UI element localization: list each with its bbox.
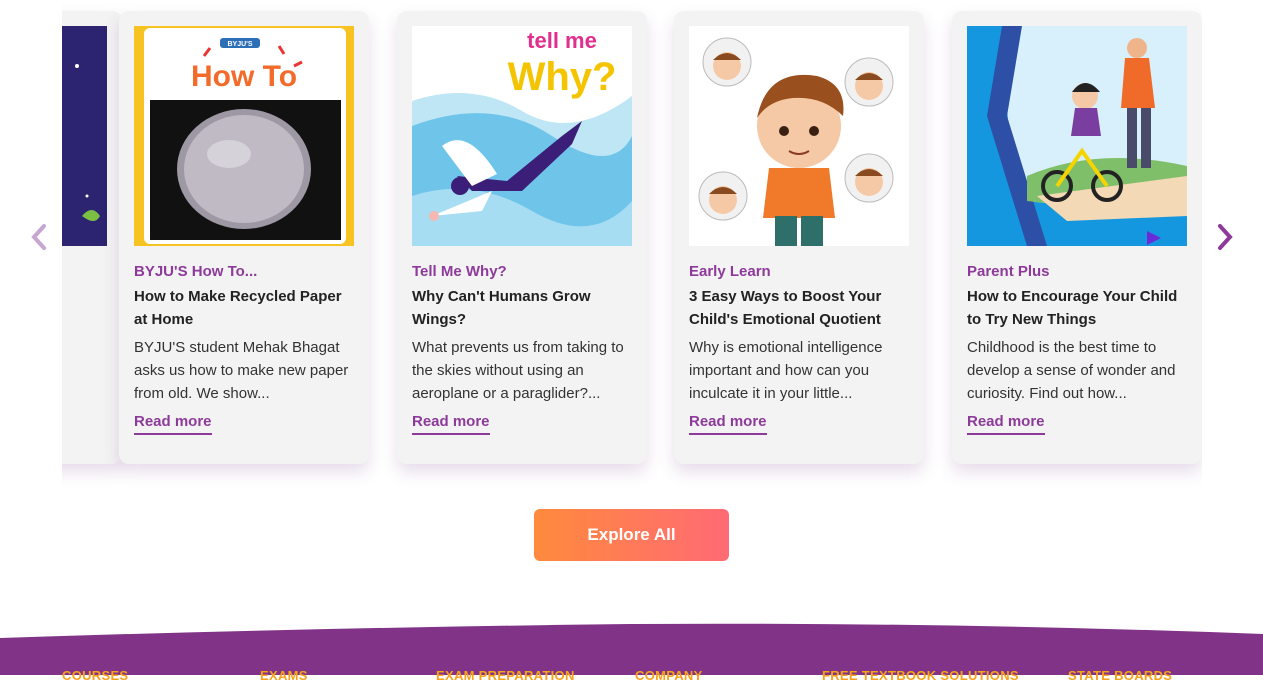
read-more-link[interactable]: Read more [689, 413, 767, 435]
why-logo: Why? [508, 55, 617, 99]
chevron-left-icon [31, 224, 46, 250]
article-card-try-new-things[interactable]: Parent Plus How to Encourage Your Child … [952, 11, 1202, 464]
how-to-logo: How To [191, 60, 297, 93]
article-card-humans-wings[interactable]: tell me Why? Tell Me Why? Why Can't Huma… [397, 11, 647, 464]
carousel-prev-button[interactable] [28, 222, 52, 252]
card-description: Childhood is the best time to develop a … [967, 339, 1176, 402]
card-thumbnail: BYJU'S How To [134, 26, 354, 246]
card-category[interactable]: BYJU'S How To... [134, 263, 257, 280]
card-thumbnail: tell me Why? [412, 26, 632, 246]
carousel-next-button[interactable] [1213, 222, 1237, 252]
card-title[interactable]: 3 Easy Ways to Boost Your Child's Emotio… [689, 285, 911, 331]
recycled-paper-illustration: BYJU'S How To [134, 26, 354, 246]
tell-me-logo: tell me [527, 28, 597, 53]
flying-girl-illustration: tell me Why? [412, 26, 632, 246]
footer-heading-courses[interactable]: COURSES [62, 668, 128, 683]
card-title[interactable]: Why Can't Humans Grow Wings? [412, 285, 634, 331]
card-category[interactable]: Parent Plus [967, 263, 1050, 280]
footer-heading-company[interactable]: COMPANY [635, 668, 703, 683]
card-thumbnail [62, 26, 107, 246]
card-title[interactable]: How to Make Recycled Paper at Home [134, 285, 356, 331]
footer-heading-exams[interactable]: EXAMS [260, 668, 308, 683]
article-card-recycled-paper[interactable]: BYJU'S How To BYJU'S How To... How to Ma… [119, 11, 369, 464]
card-thumbnail [967, 26, 1187, 246]
logo-badge: BYJU'S [227, 41, 252, 48]
footer-heading-textbook-solutions[interactable]: FREE TEXTBOOK SOLUTIONS [822, 668, 1019, 683]
read-more-link[interactable]: Read more [967, 413, 1045, 435]
carousel-card-partial[interactable] [62, 11, 122, 464]
chevron-right-icon [1218, 224, 1233, 250]
footer-background [0, 623, 1263, 675]
card-description: Why is emotional intelligence important … [689, 339, 883, 402]
article-card-emotional-quotient[interactable]: Early Learn 3 Easy Ways to Boost Your Ch… [674, 11, 924, 464]
emotional-boy-illustration [689, 26, 909, 246]
parent-child-cycling-illustration [967, 26, 1187, 246]
card-description: What prevents us from taking to the skie… [412, 339, 624, 402]
card-category[interactable]: Early Learn [689, 263, 771, 280]
explore-all-button[interactable]: Explore All [534, 509, 729, 561]
footer-heading-exam-preparation[interactable]: EXAM PREPARATION [436, 668, 575, 683]
card-thumbnail [689, 26, 909, 246]
read-more-link[interactable]: Read more [412, 413, 490, 435]
card-description: BYJU'S student Mehak Bhagat asks us how … [134, 339, 349, 402]
carousel-viewport: BYJU'S How To BYJU'S How To... How to Ma… [62, 0, 1202, 500]
footer-heading-state-boards[interactable]: STATE BOARDS [1068, 668, 1172, 683]
card-category[interactable]: Tell Me Why? [412, 263, 507, 280]
read-more-link[interactable]: Read more [134, 413, 212, 435]
card-title[interactable]: How to Encourage Your Child to Try New T… [967, 285, 1189, 331]
